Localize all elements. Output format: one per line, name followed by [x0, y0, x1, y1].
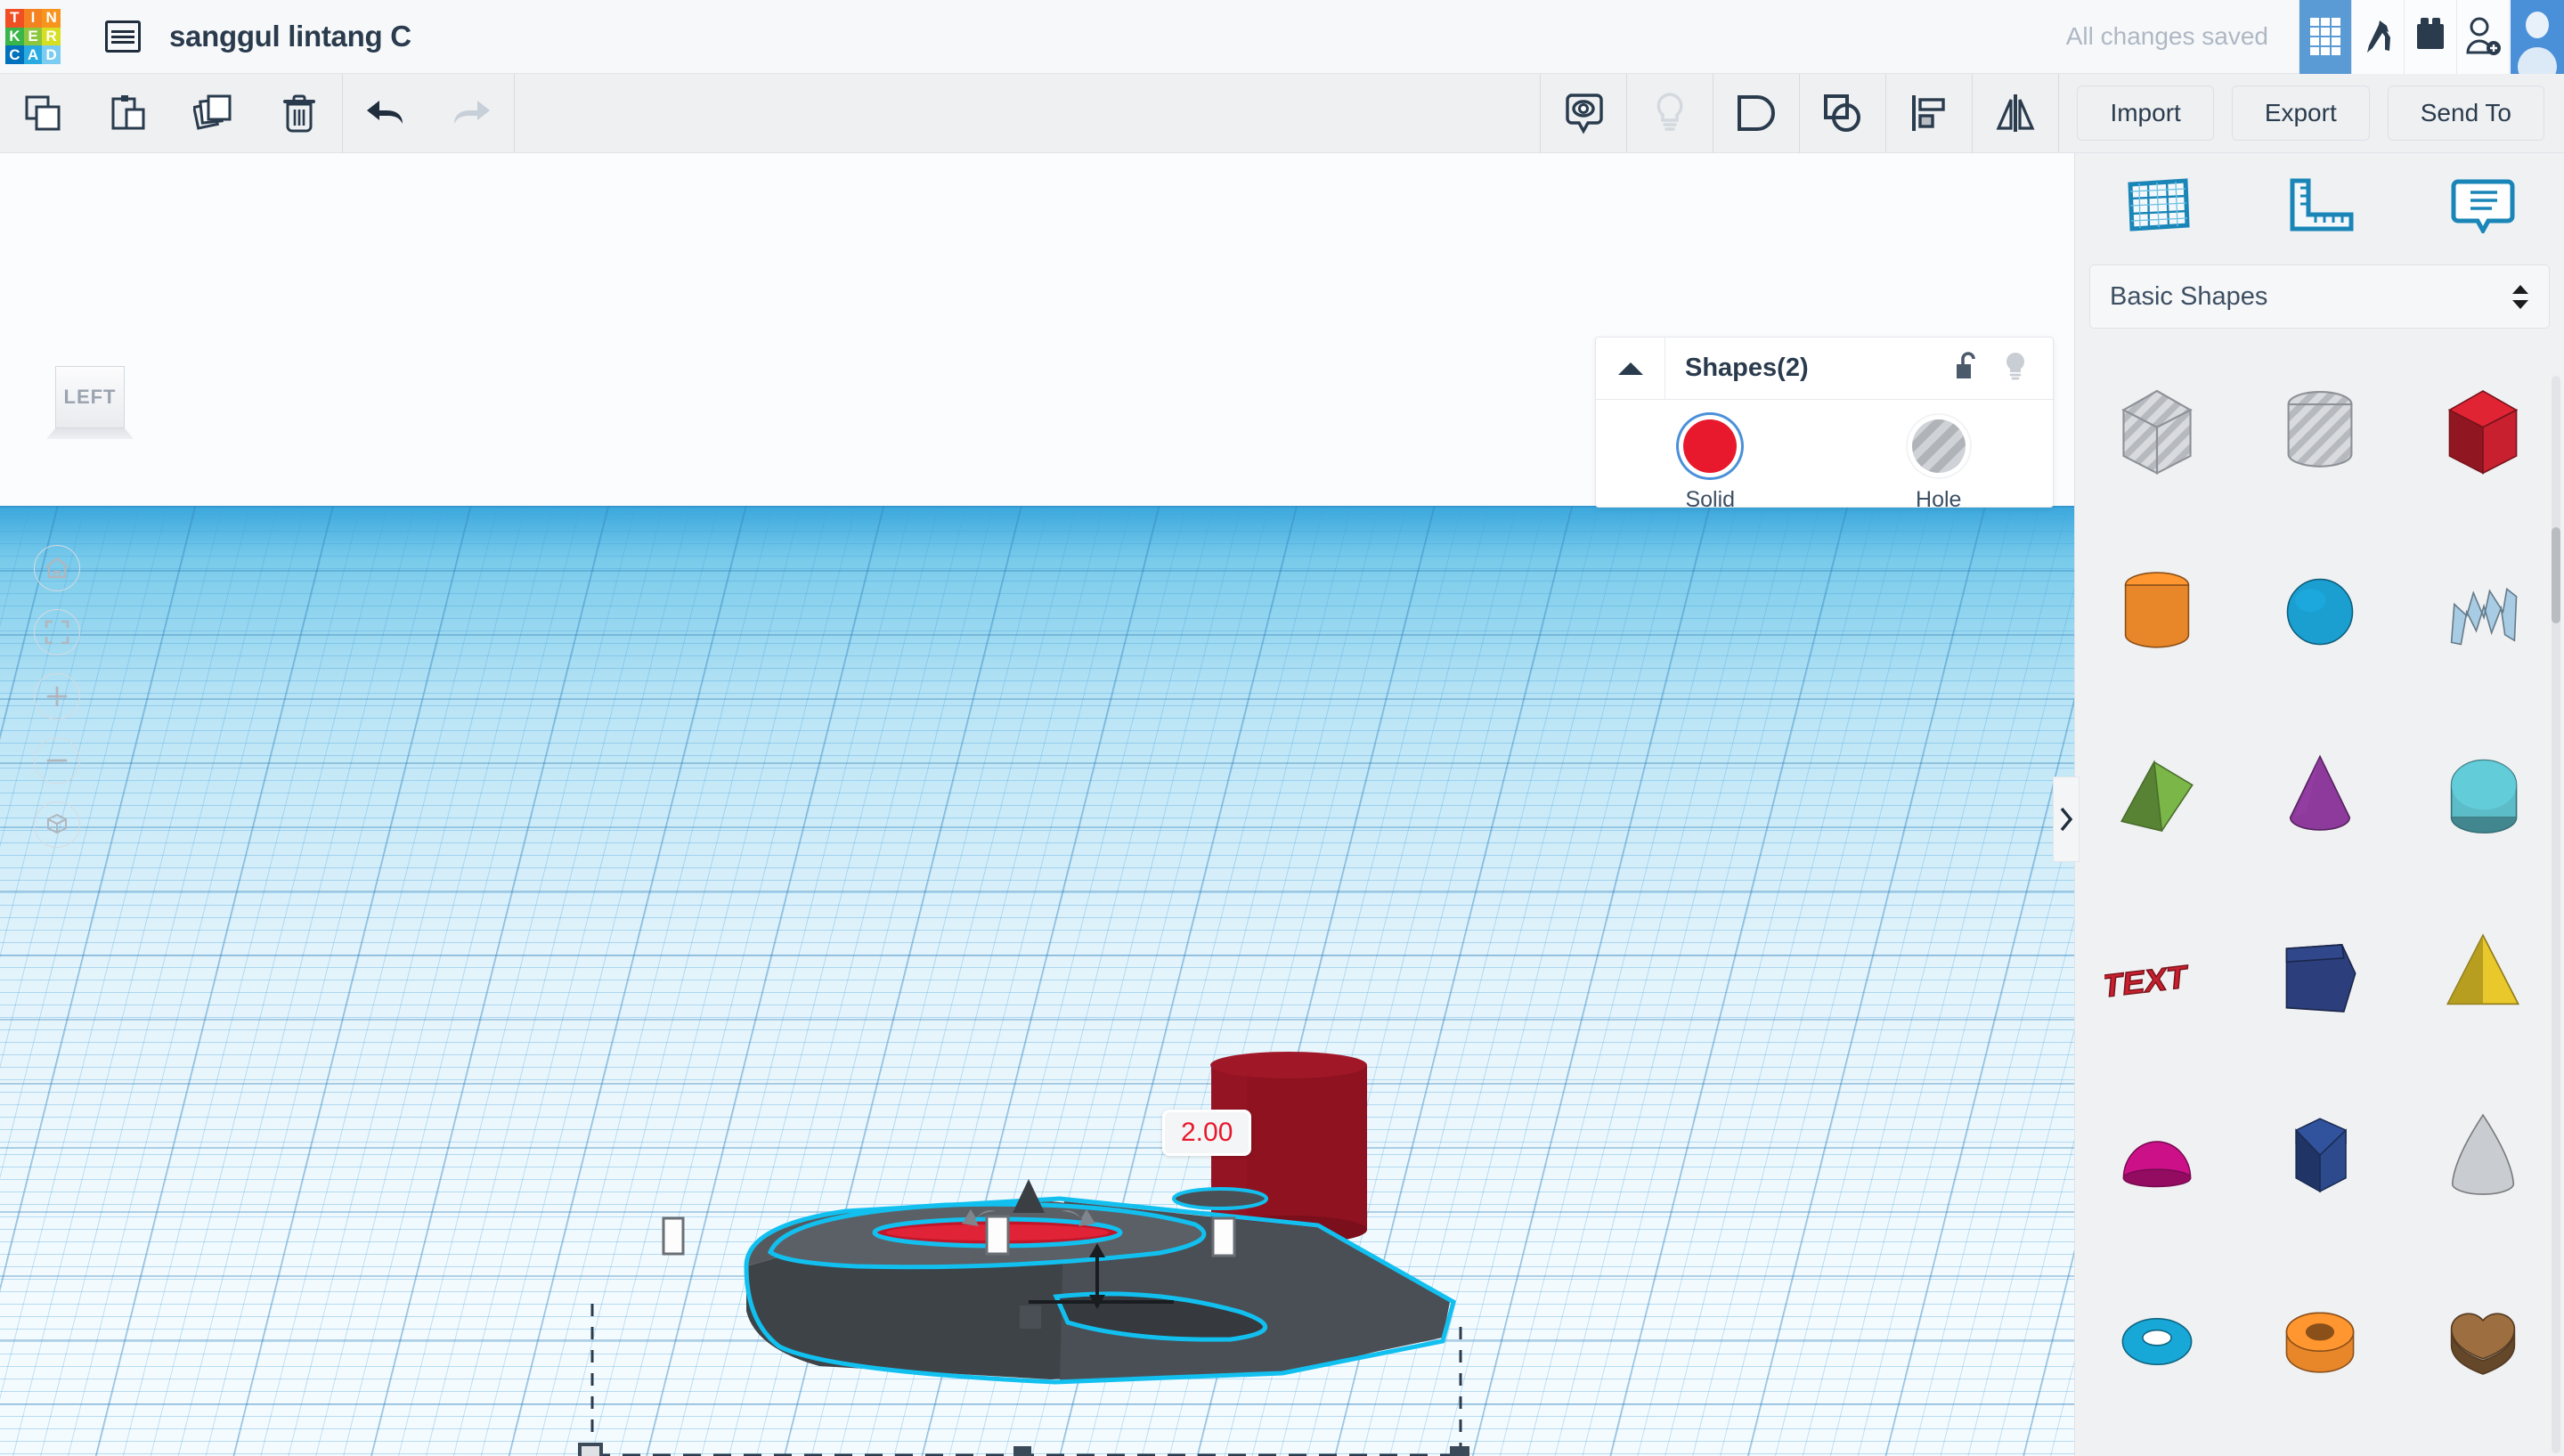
measurement-label[interactable]: 2.00 — [1162, 1110, 1252, 1156]
send-to-button[interactable]: Send To — [2387, 85, 2544, 141]
shape-heart[interactable] — [2401, 1254, 2564, 1417]
chevron-right-icon — [2060, 807, 2073, 832]
solid-swatch[interactable] — [1683, 419, 1738, 473]
logo-letter-e: E — [23, 27, 43, 46]
home-view-icon[interactable] — [34, 545, 80, 591]
lego-brick-icon[interactable] — [2404, 0, 2456, 74]
logo-letter-t: T — [5, 9, 24, 28]
shape-scribble[interactable] — [2401, 529, 2564, 692]
shape-roof[interactable] — [2075, 711, 2238, 874]
solid-label: Solid — [1685, 487, 1736, 512]
view-cube-base — [46, 428, 134, 439]
shape-sphere[interactable] — [2238, 529, 2401, 692]
gallery-grid-icon[interactable] — [2299, 0, 2351, 74]
hole-label: Hole — [1916, 487, 1962, 512]
design-list-icon[interactable] — [105, 20, 141, 53]
workplane-major-grid — [0, 506, 2074, 1456]
minecraft-pickaxe-icon[interactable] — [2351, 0, 2404, 74]
perspective-toggle-icon[interactable] — [34, 801, 80, 848]
group-shapes-icon[interactable] — [1713, 74, 1799, 153]
logo-letter-i: I — [23, 9, 43, 28]
unlock-icon[interactable] — [1955, 351, 1980, 386]
fit-to-view-icon[interactable] — [34, 609, 80, 655]
logo-letter-k: K — [5, 27, 24, 46]
main-toolbar: Import Export Send To — [0, 73, 2564, 153]
save-status: All changes saved — [2065, 22, 2268, 50]
delete-trash-icon[interactable] — [256, 74, 342, 153]
shapes-panel-header: Shapes(2) — [1596, 338, 2053, 400]
solid-option[interactable]: Solid — [1596, 419, 1825, 513]
shapes-panel-title: Shapes(2) — [1685, 354, 1809, 382]
toolbar-divider-2 — [514, 73, 515, 153]
lightbulb-icon[interactable] — [2003, 351, 2028, 386]
workplane-icon[interactable] — [2075, 177, 2238, 232]
hole-swatch[interactable] — [1911, 419, 1966, 473]
visibility-eye-icon[interactable] — [1541, 74, 1626, 153]
ungroup-shapes-icon[interactable] — [1800, 74, 1885, 153]
logo-letter-d: D — [42, 45, 61, 64]
align-icon[interactable] — [1886, 74, 1972, 153]
collapse-triangle-icon[interactable] — [1596, 338, 1665, 399]
shapes-grid: TEXT — [2075, 348, 2564, 1435]
page-title: sanggul lintang C — [169, 20, 411, 53]
add-person-icon[interactable] — [2456, 0, 2509, 74]
shapes-panel-icons — [1955, 351, 2028, 386]
logo-letter-n: N — [42, 9, 61, 28]
svg-text:TEXT: TEXT — [2104, 959, 2189, 1005]
shape-box-hole[interactable] — [2075, 348, 2238, 511]
shape-hexagon-prism[interactable] — [2238, 1072, 2401, 1235]
duplicate-icon[interactable] — [171, 74, 256, 153]
chevron-updown-icon — [2511, 284, 2529, 310]
shape-category-select[interactable]: Basic Shapes — [2089, 264, 2550, 329]
panel-collapse-tab[interactable] — [2053, 777, 2080, 862]
shape-pyramid[interactable] — [2401, 891, 2564, 1054]
export-button[interactable]: Export — [2231, 85, 2370, 141]
design-canvas[interactable]: 2.00 LEFT Shapes(2) Solid Hole — [0, 153, 2074, 1456]
shapes-panel-body: Solid Hole — [1596, 400, 2053, 513]
shapes-properties-panel: Shapes(2) Solid Hole — [1595, 337, 2054, 512]
shape-cylinder[interactable] — [2075, 529, 2238, 692]
shape-tube[interactable] — [2238, 1254, 2401, 1417]
shape-tube-half[interactable] — [2401, 711, 2564, 874]
zoom-in-icon[interactable] — [34, 673, 80, 720]
user-avatar[interactable] — [2509, 0, 2564, 74]
toolbar-divider-9 — [2058, 73, 2060, 153]
shape-torus[interactable] — [2075, 1254, 2238, 1417]
undo-icon[interactable] — [343, 74, 428, 153]
shape-text[interactable]: TEXT — [2075, 891, 2238, 1054]
import-button[interactable]: Import — [2077, 85, 2214, 141]
logo-letter-r: R — [42, 27, 61, 46]
shape-category-value: Basic Shapes — [2110, 281, 2268, 311]
shape-box[interactable] — [2401, 348, 2564, 511]
shape-half-sphere[interactable] — [2075, 1072, 2238, 1235]
view-cube[interactable]: LEFT — [55, 366, 125, 428]
redo-icon — [428, 74, 514, 153]
shape-cylinder-hole[interactable] — [2238, 348, 2401, 511]
paste-icon[interactable] — [85, 74, 171, 153]
logo-letter-c: C — [5, 45, 24, 64]
shapes-library-panel: Basic Shapes TEXT — [2074, 153, 2564, 1456]
shape-wedge[interactable] — [2238, 891, 2401, 1054]
lightbulb-icon — [1627, 74, 1713, 153]
canvas-nav-controls — [34, 545, 80, 848]
logo-letter-a: A — [23, 45, 43, 64]
zoom-out-icon[interactable] — [34, 737, 80, 784]
ruler-icon[interactable] — [2238, 177, 2401, 232]
app-header: TINKERCAD sanggul lintang C All changes … — [0, 0, 2564, 74]
copy-icon[interactable] — [0, 74, 85, 153]
shape-paraboloid[interactable] — [2401, 1072, 2564, 1235]
mirror-flip-icon[interactable] — [1973, 74, 2058, 153]
shape-cone[interactable] — [2238, 711, 2401, 874]
note-icon[interactable] — [2401, 176, 2564, 233]
header-actions: All changes saved — [2066, 0, 2564, 74]
hole-option[interactable]: Hole — [1825, 419, 2054, 513]
tinkercad-logo[interactable]: TINKERCAD — [5, 9, 61, 64]
library-tabs — [2075, 153, 2564, 256]
shapes-scrollbar-thumb[interactable] — [2552, 527, 2560, 623]
